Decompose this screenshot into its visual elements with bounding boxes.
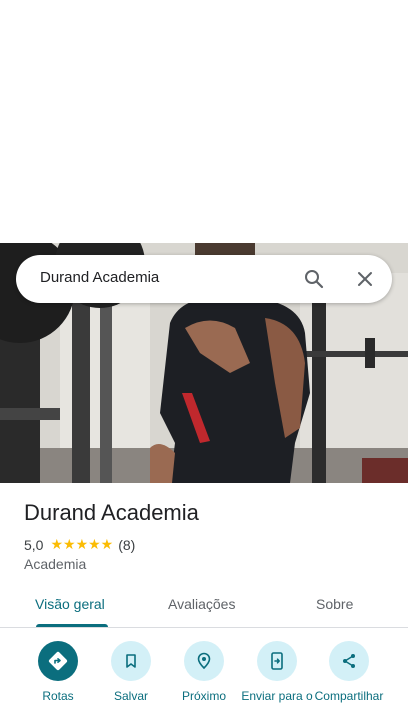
place-category[interactable]: Academia — [24, 556, 86, 572]
tab-overview[interactable]: Visão geral — [35, 596, 105, 612]
rating-row[interactable]: 5,0 ★★★★★ (8) — [24, 536, 135, 553]
bookmark-icon — [111, 641, 151, 681]
directions-button[interactable]: Rotas — [18, 641, 98, 703]
tabs-divider — [0, 627, 408, 628]
rating-value: 5,0 — [24, 536, 44, 553]
nearby-icon — [184, 641, 224, 681]
place-title: Durand Academia — [24, 500, 199, 525]
save-label: Salvar — [113, 689, 148, 703]
send-to-phone-button[interactable]: Enviar para o — [237, 641, 317, 703]
directions-icon — [38, 641, 78, 681]
review-count[interactable]: (8) — [118, 537, 135, 553]
nearby-label: Próximo — [181, 689, 226, 703]
share-icon — [329, 641, 369, 681]
tab-about[interactable]: Sobre — [316, 596, 353, 612]
search-icon[interactable] — [296, 261, 332, 297]
search-input[interactable]: Durand Academia — [40, 269, 159, 286]
nearby-button[interactable]: Próximo — [164, 641, 244, 703]
save-button[interactable]: Salvar — [91, 641, 171, 703]
star-rating-icon: ★★★★★ — [50, 536, 114, 552]
share-label: Compartilhar — [314, 689, 384, 703]
search-bar[interactable]: Durand Academia — [16, 255, 392, 303]
send-to-phone-label: Enviar para o — [241, 689, 313, 703]
directions-label: Rotas — [42, 689, 74, 703]
close-icon[interactable] — [347, 261, 383, 297]
place-screen: Durand Academia Durand Academia 5,0 ★★★★… — [0, 0, 408, 726]
share-button[interactable]: Compartilhar — [309, 641, 389, 703]
send-to-phone-icon — [257, 641, 297, 681]
tab-reviews[interactable]: Avaliações — [168, 596, 235, 612]
